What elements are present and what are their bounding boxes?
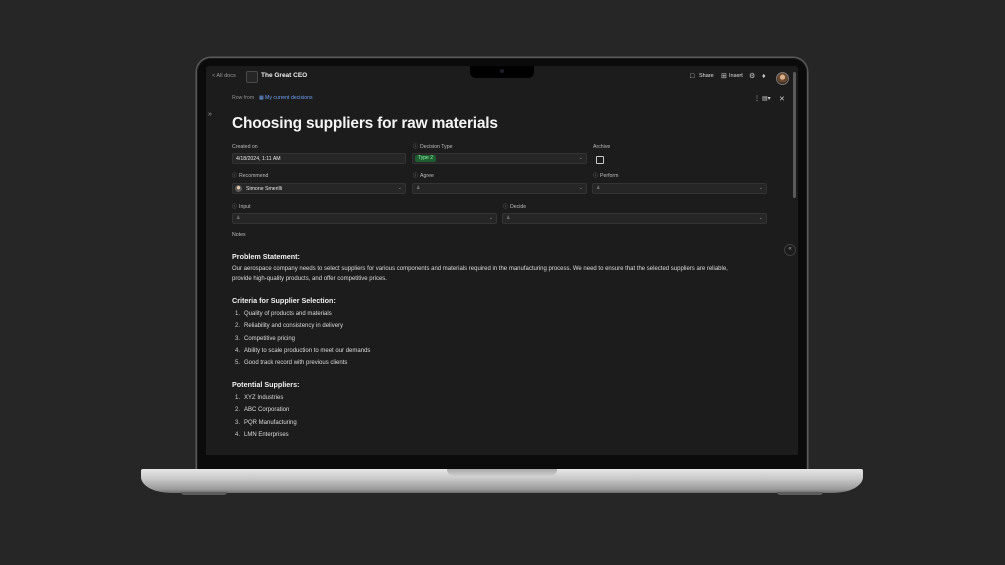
laptop-foot [777,492,823,495]
camera-notch [470,66,534,78]
chevron-down-icon: ⌄ [488,215,493,221]
info-icon: ⓘ [232,204,238,210]
person-icon: ♟ [596,185,601,191]
criteria-item: 5. Good track record with previous client… [234,360,348,366]
doc-title[interactable]: The Great CEO [261,72,307,80]
perform-select[interactable]: ♟ ⌄ [592,183,767,194]
criteria-item: 4. Ability to scale production to meet ou… [234,348,371,354]
grid-icon: ⊞ [721,73,727,80]
bell-icon[interactable]: ♦ [762,73,766,80]
created-on-field[interactable]: 4/18/2024, 1:11 AM [232,153,406,164]
info-icon: ⓘ [503,204,509,210]
share-button[interactable]: Share [699,73,714,80]
scrollbar[interactable] [793,72,796,198]
perform-label: Perform [600,173,619,179]
row-from-link[interactable]: My current decisions [265,95,313,101]
laptop-chin [206,455,798,470]
criteria-item: 3. Competitive pricing [234,336,296,342]
view-layout-icon[interactable]: ▤▾ [762,96,771,102]
chevron-down-icon: ⌄ [758,215,763,221]
problem-text-line2: provide high-quality products, and offer… [232,276,387,282]
criteria-heading: Criteria for Supplier Selection: [232,296,336,305]
row-from-label: Row from [232,95,255,101]
created-on-label: Created on [232,144,258,150]
decide-select[interactable]: ♟ ⌄ [502,213,767,224]
camera-icon [500,69,504,73]
agree-select[interactable]: ♟ ⌄ [412,183,587,194]
gear-icon[interactable]: ⚙ [749,73,755,80]
person-icon: ♟ [506,215,511,221]
page-title: Choosing suppliers for raw materials [232,115,498,132]
chevron-down-icon: ⌄ [578,155,583,161]
recommend-value: Simone Smerilli [246,186,283,192]
recommend-select[interactable]: Simone Smerilli ⌄ [232,183,406,194]
user-avatar[interactable] [776,72,789,85]
supplier-item: 4. LMN Enterprises [234,432,289,438]
created-on-value: 4/18/2024, 1:11 AM [236,156,281,162]
all-docs-link[interactable]: < All docs [212,73,236,80]
close-icon[interactable]: ✕ [779,96,785,103]
person-avatar [235,185,242,192]
decide-label: Decide [510,204,527,210]
supplier-item: 1. XYZ Industries [234,395,284,401]
problem-heading: Problem Statement: [232,252,300,261]
decision-type-label: Decision Type [420,144,453,150]
info-icon: ⓘ [413,173,419,179]
laptop-opening-notch [447,469,557,476]
chevron-down-icon: ⌄ [578,185,583,191]
chevron-down-icon: ⌄ [397,185,402,191]
folder-icon: □ [690,73,695,80]
insert-button[interactable]: Insert [729,73,743,80]
problem-text-line1: Our aerospace company needs to select su… [232,266,728,272]
suppliers-heading: Potential Suppliers: [232,380,300,389]
info-icon: ⓘ [413,144,419,150]
input-label: Input [239,204,251,210]
person-icon: ♟ [416,185,421,191]
more-options-icon[interactable]: ⋮ [754,96,760,102]
decision-type-select[interactable]: Type 2 ⌄ [412,153,587,164]
table-icon: ▦ [259,95,264,101]
doc-icon [246,71,258,83]
collapse-panel-icon[interactable]: « [784,244,796,256]
supplier-item: 2. ABC Corporation [234,407,290,413]
criteria-item: 2. Reliability and consistency in deliver… [234,323,344,329]
recommend-label: Recommend [239,173,269,179]
app-window: < All docs The Great CEO □ Share ⊞ Inser… [206,66,798,455]
chevron-down-icon: ⌄ [758,185,763,191]
notes-label: Notes [232,232,246,238]
archive-checkbox[interactable] [596,156,604,164]
info-icon: ⓘ [232,173,238,179]
criteria-item: 1. Quality of products and materials [234,311,332,317]
input-select[interactable]: ♟ ⌄ [232,213,497,224]
person-icon: ♟ [236,215,241,221]
expand-sidebar-icon[interactable]: » [208,111,212,118]
agree-label: Agree [420,173,434,179]
archive-label: Archive [593,144,611,150]
supplier-item: 3. PQR Manufacturing [234,420,297,426]
info-icon: ⓘ [593,173,599,179]
decision-type-tag: Type 2 [415,155,437,162]
laptop-foot [181,492,227,495]
